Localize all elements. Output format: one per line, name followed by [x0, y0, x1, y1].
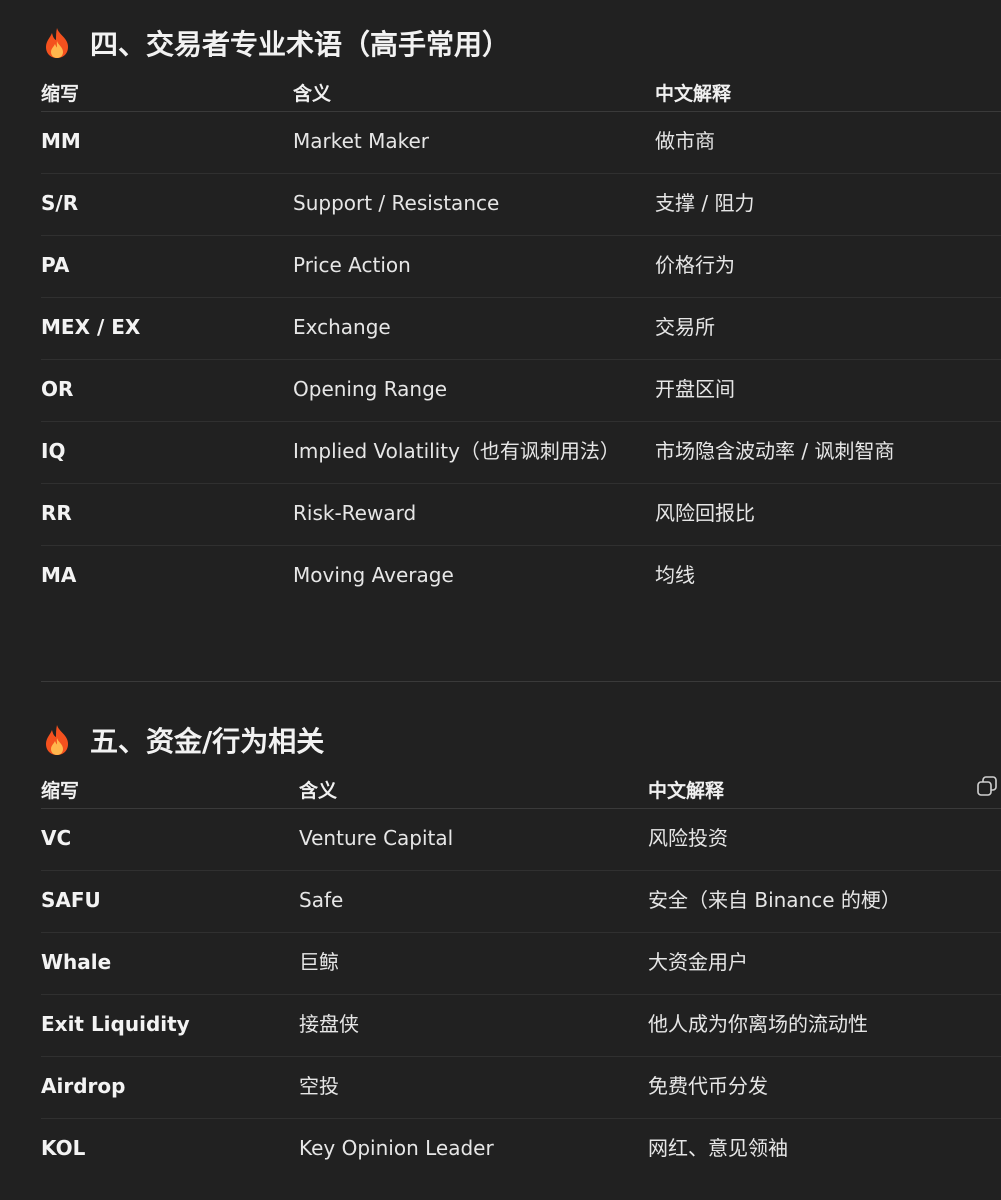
cell-chinese: 风险回报比 [655, 483, 1001, 546]
cell-abbr: MA [41, 563, 77, 587]
column-header-chinese: 中文解释 [648, 770, 1001, 809]
column-header-abbr: 缩写 [41, 770, 299, 809]
section-5-title: 五、资金/行为相关 [44, 720, 324, 760]
table-row: S/R Support / Resistance 支撑 / 阻力 [41, 173, 1001, 236]
table-row: MA Moving Average 均线 [41, 546, 1001, 608]
cell-abbr: MM [41, 111, 293, 174]
cell-meaning: Market Maker [293, 111, 655, 174]
column-header-chinese: 中文解释 [655, 73, 1001, 112]
cell-abbr: IQ [41, 421, 293, 484]
cell-abbr: SAFU [41, 870, 299, 933]
cell-meaning: Key Opinion Leader [299, 1136, 494, 1160]
section-4-title-text: 四、交易者专业术语（高手常用） [90, 28, 511, 61]
cell-abbr: RR [41, 483, 293, 546]
table-header-row: 缩写 含义 中文解释 [41, 73, 1001, 112]
cell-meaning: Safe [299, 870, 648, 933]
cell-abbr: Whale [41, 932, 299, 995]
cell-abbr: OR [41, 359, 293, 422]
table-row: Airdrop 空投 免费代币分发 [41, 1056, 1001, 1119]
table-row: SAFU Safe 安全（来自 Binance 的梗） [41, 870, 1001, 933]
section-4-title: 四、交易者专业术语（高手常用） [44, 23, 510, 63]
fire-icon [44, 27, 70, 59]
cell-chinese: 风险投资 [648, 808, 1001, 871]
cell-abbr: S/R [41, 173, 293, 236]
cell-meaning: 接盘侠 [299, 994, 648, 1057]
table-row: Whale 巨鲸 大资金用户 [41, 932, 1001, 995]
table-row: VC Venture Capital 风险投资 [41, 808, 1001, 871]
cell-abbr: Exit Liquidity [41, 994, 299, 1057]
table-row: KOL Key Opinion Leader 网红、意见领袖 [41, 1119, 1001, 1181]
cell-abbr: Airdrop [41, 1056, 299, 1119]
fire-icon [44, 724, 70, 756]
cell-meaning: 空投 [299, 1056, 648, 1119]
cell-chinese: 交易所 [655, 297, 1001, 360]
cell-meaning: Venture Capital [299, 808, 648, 871]
cell-meaning: Moving Average [293, 563, 454, 587]
terms-table-section-5: 缩写 含义 中文解释 VC Venture Capital 风险投资 SAFU … [41, 770, 1001, 1180]
table-row: MEX / EX Exchange 交易所 [41, 297, 1001, 360]
table-row: OR Opening Range 开盘区间 [41, 359, 1001, 422]
cell-abbr: VC [41, 808, 299, 871]
cell-chinese: 免费代币分发 [648, 1056, 1001, 1119]
cell-abbr: KOL [41, 1136, 86, 1160]
cell-meaning: Implied Volatility（也有讽刺用法） [293, 421, 655, 484]
cell-chinese: 均线 [655, 563, 695, 587]
cell-chinese: 价格行为 [655, 235, 1001, 298]
cell-meaning: 巨鲸 [299, 932, 648, 995]
cell-chinese: 做市商 [655, 111, 1001, 174]
cell-meaning: Support / Resistance [293, 173, 655, 236]
terms-table-section-4: 缩写 含义 中文解释 MM Market Maker 做市商 S/R Suppo… [41, 73, 1001, 607]
table-header-row: 缩写 含义 中文解释 [41, 770, 1001, 809]
table-row: MM Market Maker 做市商 [41, 111, 1001, 174]
column-header-meaning: 含义 [293, 73, 655, 112]
column-header-abbr: 缩写 [41, 73, 293, 112]
section-5-title-text: 五、资金/行为相关 [90, 725, 325, 758]
cell-meaning: Price Action [293, 235, 655, 298]
cell-meaning: Exchange [293, 297, 655, 360]
table-row: Exit Liquidity 接盘侠 他人成为你离场的流动性 [41, 994, 1001, 1057]
table-row: PA Price Action 价格行为 [41, 235, 1001, 298]
cell-meaning: Opening Range [293, 359, 655, 422]
cell-chinese: 他人成为你离场的流动性 [648, 994, 1001, 1057]
cell-meaning: Risk-Reward [293, 483, 655, 546]
cell-chinese: 开盘区间 [655, 359, 1001, 422]
cell-chinese: 网红、意见领袖 [648, 1136, 788, 1160]
table-row: RR Risk-Reward 风险回报比 [41, 483, 1001, 546]
column-header-meaning: 含义 [299, 770, 648, 809]
cell-chinese: 市场隐含波动率 / 讽刺智商 [655, 421, 1001, 484]
cell-abbr: MEX / EX [41, 297, 293, 360]
cell-abbr: PA [41, 235, 293, 298]
table-row: IQ Implied Volatility（也有讽刺用法） 市场隐含波动率 / … [41, 421, 1001, 484]
cell-chinese: 大资金用户 [648, 932, 1001, 995]
section-divider [41, 681, 1001, 682]
cell-chinese: 安全（来自 Binance 的梗） [648, 870, 1001, 933]
cell-chinese: 支撑 / 阻力 [655, 173, 1001, 236]
